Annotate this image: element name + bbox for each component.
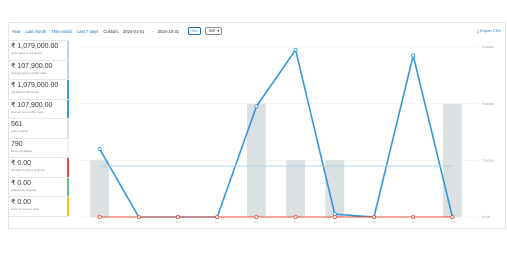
- x-tick-label: May: [254, 220, 260, 224]
- legend-item[interactable]: ₹ 0.00 worth of coupons used: [9, 197, 69, 217]
- legend-value: ₹ 0.00: [11, 160, 32, 167]
- legend-item[interactable]: 790 items purchased: [9, 138, 69, 158]
- data-point: [293, 47, 298, 52]
- legend-item[interactable]: ₹ 107,900.00 average net monthly sales: [9, 99, 69, 119]
- legend-label: orders placed: [11, 129, 28, 133]
- legend-label: charged for shipping: [11, 187, 37, 192]
- data-point: [450, 214, 455, 219]
- export-csv-link[interactable]: ⤓ Export CSV: [477, 28, 501, 33]
- x-tick-label: Jun: [294, 220, 299, 224]
- legend-value: ₹ 107,900.00: [11, 62, 53, 70]
- legend-color-bar: [67, 119, 69, 138]
- legend-label: worth of coupons used: [11, 207, 40, 211]
- sales-report-panel: Year Last month This month Last 7 days C…: [8, 22, 506, 229]
- data-point: [411, 53, 416, 58]
- legend-value: ₹ 1,079,000.00: [11, 43, 59, 50]
- sales-chart: ₹ 0.00 ₹ 100000 ₹ 200000 ₹ 300000 Jan Feb Mar A…: [80, 45, 494, 224]
- legend-item[interactable]: ₹ 107,900.00 average gross monthly sales: [9, 60, 69, 80]
- legend-item[interactable]: ₹ 0.00 refunded 0 orders (0 items): [9, 158, 69, 178]
- legend-item[interactable]: ₹ 0.00 charged for shipping: [9, 177, 69, 197]
- x-tick-label: Jan: [98, 220, 103, 224]
- legend-value: ₹ 0.00: [11, 179, 32, 187]
- legend-label: average net monthly sales: [11, 109, 44, 114]
- legend-label: average gross monthly sales: [11, 70, 47, 75]
- data-point: [411, 214, 416, 219]
- data-point: [371, 214, 376, 219]
- data-point: [293, 214, 298, 219]
- x-tick-label: Jul: [333, 220, 337, 224]
- legend-color-bar: [67, 99, 69, 118]
- legend-label: gross sales in this period: [11, 51, 42, 55]
- legend-item[interactable]: ₹ 1,079,000.00 gross sales in this period: [9, 41, 69, 61]
- range-this-month-link[interactable]: This month: [51, 29, 72, 34]
- legend-color-bar: [67, 138, 69, 157]
- legend-value: 561: [11, 121, 23, 128]
- report-legend: ₹ 1,079,000.00 gross sales in this period…: [9, 40, 69, 217]
- range-year-link[interactable]: Year: [12, 29, 20, 34]
- legend-label: refunded 0 orders (0 items): [11, 168, 45, 172]
- data-point: [254, 104, 259, 109]
- legend-item[interactable]: 561 orders placed: [9, 119, 69, 139]
- order-bar: [442, 103, 462, 217]
- currency-select-value: INR: [208, 28, 216, 33]
- x-tick-label: Feb: [137, 220, 142, 224]
- legend-color-bar: [67, 177, 69, 196]
- x-tick-label: Sep: [411, 220, 416, 224]
- legend-label: net sales in this period: [11, 90, 39, 94]
- download-icon: ⤓: [477, 28, 479, 33]
- date-to-input[interactable]: 2024-10-31: [158, 29, 179, 34]
- order-bar: [90, 160, 110, 217]
- series-line: [98, 49, 454, 218]
- legend-value: 790: [11, 140, 23, 148]
- x-tick-label: Oct: [450, 220, 454, 224]
- range-last-7-days-link[interactable]: Last 7 days: [77, 29, 98, 34]
- legend-color-bar: [67, 41, 69, 60]
- order-bar: [286, 160, 306, 217]
- x-tick-label: Aug: [372, 220, 377, 224]
- x-tick-label: Mar: [176, 220, 181, 224]
- legend-color-bar: [67, 60, 69, 79]
- export-csv-label: Export CSV: [480, 28, 501, 33]
- y-tick-label: ₹ 300000: [482, 45, 494, 49]
- currency-select[interactable]: INR ▾: [205, 27, 223, 35]
- legend-item[interactable]: ₹ 1,079,000.00 net sales in this period: [9, 80, 69, 100]
- legend-color-bar: [67, 80, 69, 99]
- data-point: [97, 147, 102, 152]
- y-tick-label: ₹ 200000: [482, 102, 494, 106]
- go-button[interactable]: Go: [188, 27, 202, 35]
- data-point: [97, 214, 102, 219]
- data-point: [215, 214, 220, 219]
- y-tick-label: ₹ 100000: [482, 159, 494, 163]
- legend-color-bar: [67, 158, 69, 177]
- date-separator: –: [151, 28, 154, 34]
- y-tick-label: ₹ 0.00: [482, 215, 490, 219]
- legend-value: ₹ 0.00: [11, 199, 32, 206]
- data-point: [332, 214, 337, 219]
- data-point: [254, 214, 259, 219]
- chevron-down-icon: ▾: [217, 28, 220, 33]
- legend-value: ₹ 107,900.00: [11, 101, 53, 109]
- date-from-input[interactable]: 2024-01-01: [123, 29, 144, 34]
- legend-label: items purchased: [11, 148, 32, 153]
- legend-value: ₹ 1,079,000.00: [11, 82, 59, 89]
- range-last-month-link[interactable]: Last month: [25, 29, 46, 34]
- x-tick-label: Apr: [215, 220, 219, 224]
- order-bar: [246, 103, 266, 217]
- data-point: [176, 214, 181, 219]
- custom-range-label: Custom:: [103, 28, 119, 34]
- data-point: [136, 214, 141, 219]
- report-range-toolbar: Year Last month This month Last 7 days C…: [9, 23, 505, 39]
- legend-color-bar: [67, 197, 69, 216]
